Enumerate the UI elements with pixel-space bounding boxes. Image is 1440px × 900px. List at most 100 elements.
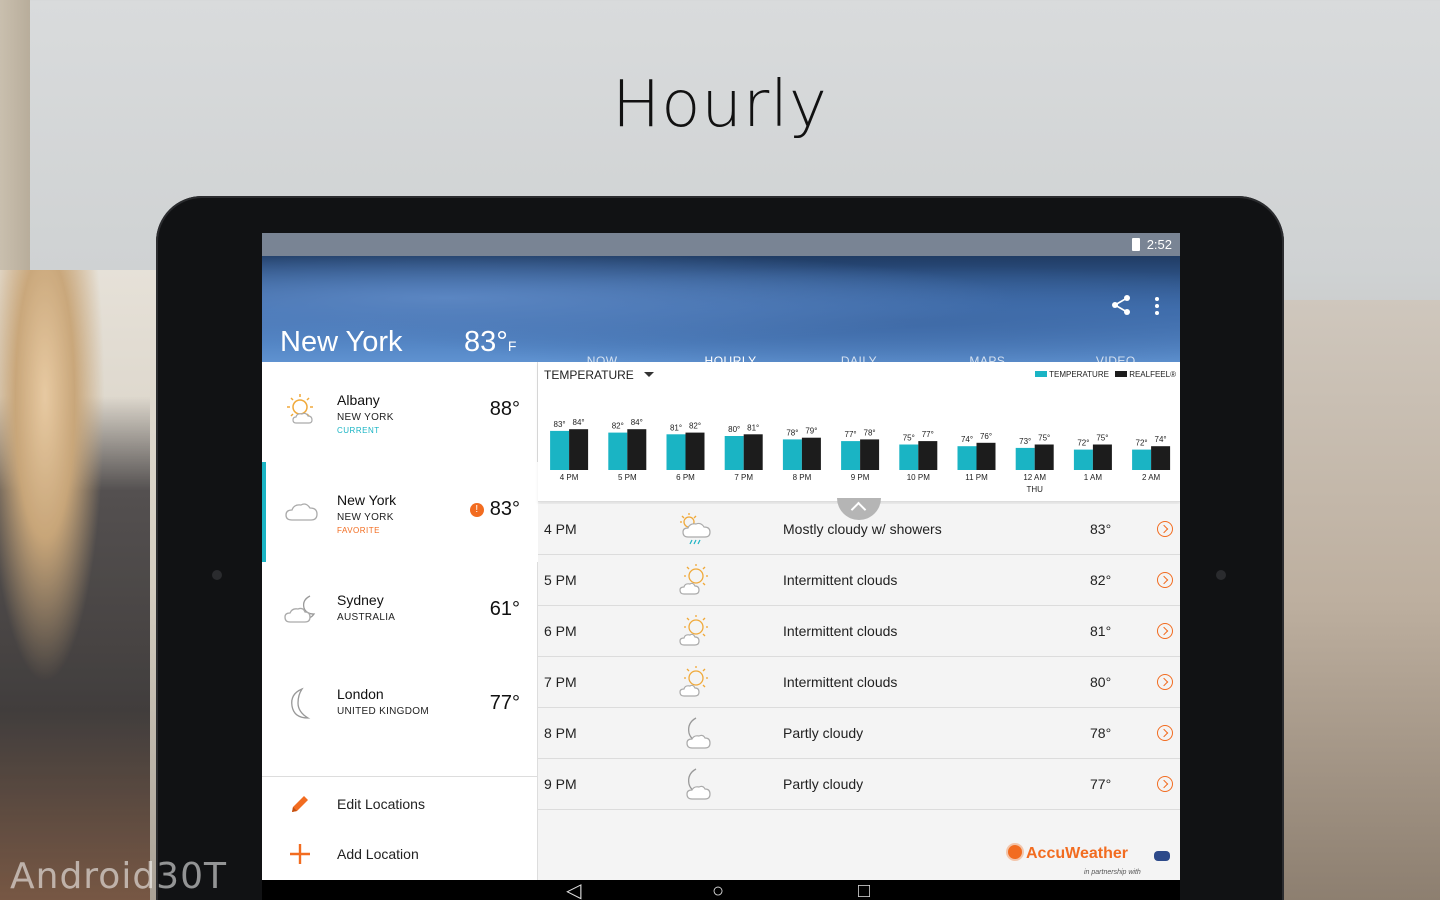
hourly-time: 6 PM [544, 623, 577, 639]
sun-cloud-icon [679, 666, 708, 697]
tab-hourly[interactable]: HOURLY [666, 334, 796, 368]
hourly-phrase: Partly cloudy [783, 776, 864, 792]
chart-data-label: 72° [1077, 439, 1089, 448]
brand-subtitle: in partnership with [1084, 869, 1141, 876]
share-icon[interactable] [1110, 294, 1132, 316]
hourly-chart-svg: 83° 84° 4 PM 82° 84° 5 PM 81° 82° 6 PM 80° 81° 7 PM… [550, 418, 1171, 494]
hourly-row[interactable]: 9 PM Partly cloudy 77° [538, 759, 1180, 810]
hourly-temp: 81° [1090, 623, 1112, 639]
chart-bar [685, 432, 705, 470]
chart-tick-label: 5 PM [618, 473, 637, 482]
app-screen: 2:52 New York 83°F NOW HOURLY DAILY MAPS… [262, 233, 1180, 880]
hourly-time: 9 PM [544, 776, 577, 792]
chart-type-dropdown[interactable]: TEMPERATURE [544, 368, 654, 382]
chart-data-label: 76° [980, 432, 992, 441]
chevron-right-circle-icon[interactable] [1157, 521, 1173, 537]
chart-tick-label: 10 PM [907, 473, 930, 482]
chart-tick-label: 7 PM [734, 473, 753, 482]
chevron-right-circle-icon[interactable] [1157, 572, 1173, 588]
chart-tick-label: 6 PM [676, 473, 695, 482]
chart-bar [724, 436, 744, 470]
chart-type-label: TEMPERATURE [544, 368, 634, 382]
alert-icon[interactable]: ! [469, 503, 484, 517]
hourly-row[interactable]: 8 PM Partly cloudy 78° [538, 708, 1180, 759]
chart-data-label: 82° [612, 422, 624, 431]
legend-temperature: TEMPERATURE [1049, 370, 1109, 379]
chart-data-label: 84° [631, 418, 643, 427]
chart-bar [1132, 449, 1152, 470]
location-temp: 61° [489, 598, 520, 620]
hourly-time: 5 PM [544, 572, 577, 588]
home-icon[interactable]: ○ [712, 881, 724, 900]
chart-sub-label: THU [1026, 485, 1043, 494]
location-tag: CURRENT [337, 426, 380, 435]
location-item-london[interactable]: London UNITED KINGDOM 77° [262, 662, 538, 762]
chart-tick-label: 11 PM [965, 473, 988, 482]
chart-data-label: 81° [670, 423, 682, 432]
chart-data-label: 74° [961, 435, 973, 444]
chart-tick-label: 4 PM [560, 473, 579, 482]
location-temp: 88° [489, 398, 520, 420]
chart-data-label: 81° [747, 423, 759, 432]
locations-panel: Albany NEW YORK CURRENT 88° New York NEW… [262, 362, 538, 880]
edit-locations-label: Edit Locations [337, 796, 425, 812]
chart-data-label: 80° [728, 425, 740, 434]
hourly-list: 4 PM Mostly cloudy w/ showers 83° 5 PM I… [538, 504, 1180, 810]
hourly-temp: 80° [1090, 674, 1112, 690]
back-icon[interactable]: ◁ [566, 881, 581, 900]
cloud-icon [285, 503, 318, 521]
location-region: UNITED KINGDOM [337, 706, 429, 717]
chart-bar [782, 439, 802, 470]
chart-bar [1034, 444, 1054, 470]
status-time: 2:52 [1146, 237, 1172, 252]
hourly-row[interactable]: 7 PM Intermittent clouds 80° [538, 657, 1180, 708]
hourly-time: 8 PM [544, 725, 577, 741]
legend-swatch-realfeel [1115, 371, 1128, 377]
sun-cloud-icon [287, 394, 313, 424]
tab-maps[interactable]: MAPS [923, 334, 1051, 368]
chart-bar [666, 434, 686, 470]
chart-legend: TEMPERATURE REALFEEL® [1031, 370, 1176, 379]
add-location-button[interactable]: Add Location [262, 830, 538, 878]
status-bar: 2:52 [262, 233, 1180, 256]
location-item-albany[interactable]: Albany NEW YORK CURRENT 88° [262, 362, 538, 462]
chart-data-label: 73° [1019, 437, 1031, 446]
location-name: Albany [337, 392, 380, 408]
city-temperature-value: 83° [464, 326, 508, 358]
accuweather-logo: AccuWeather [1008, 845, 1128, 863]
location-item-sydney[interactable]: Sydney AUSTRALIA 61° [262, 562, 538, 662]
edit-locations-button[interactable]: Edit Locations [262, 780, 538, 828]
chart-tick-label: 2 AM [1142, 473, 1161, 482]
city-temperature-unit: F [507, 338, 517, 354]
hourly-time: 4 PM [544, 521, 577, 537]
chart-bar [860, 439, 880, 470]
location-item-new-york[interactable]: New York NEW YORK FAVORITE ! 83° [262, 462, 538, 562]
chart-data-label: 75° [903, 434, 915, 443]
chart-bar [957, 446, 977, 470]
city-temperature: 83°F [464, 326, 516, 359]
recents-icon[interactable]: □ [858, 881, 870, 900]
chart-bar [1015, 447, 1035, 470]
chart-data-label: 74° [1155, 435, 1167, 444]
hourly-row[interactable]: 6 PM Intermittent clouds 81° [538, 606, 1180, 657]
tab-video[interactable]: VIDEO [1052, 334, 1180, 368]
chart-data-label: 79° [805, 427, 817, 436]
plus-icon [290, 844, 310, 864]
chart-bar [801, 437, 821, 470]
chevron-right-circle-icon[interactable] [1157, 674, 1173, 690]
tab-now[interactable]: NOW [538, 334, 666, 368]
chevron-right-circle-icon[interactable] [1157, 623, 1173, 639]
chart-data-label: 72° [1136, 439, 1148, 448]
hourly-row[interactable]: 5 PM Intermittent clouds 82° [538, 555, 1180, 606]
tablet-camera-left [212, 570, 222, 580]
tab-daily[interactable]: DAILY [795, 334, 923, 368]
chart-data-label: 83° [554, 420, 566, 429]
chevron-right-circle-icon[interactable] [1157, 725, 1173, 741]
location-name: New York [337, 492, 397, 508]
location-temp-value: 83° [489, 498, 520, 520]
chevron-right-circle-icon[interactable] [1157, 776, 1173, 792]
hourly-phrase: Intermittent clouds [783, 572, 898, 588]
hourly-temp: 78° [1090, 725, 1112, 741]
pencil-icon [292, 796, 308, 812]
more-vert-icon[interactable] [1151, 296, 1163, 316]
